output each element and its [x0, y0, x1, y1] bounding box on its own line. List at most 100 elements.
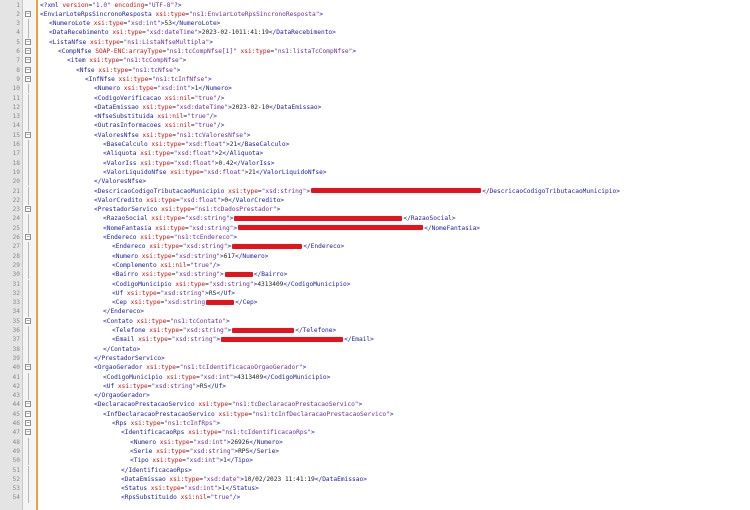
code-line[interactable]: 42 <Uf xsi:type="xsd:string">RS</Uf> [0, 381, 750, 392]
fold-guide [28, 484, 29, 494]
fold-guide [28, 298, 29, 308]
code-line[interactable]: 4 <DataRecebimento xsi:type="xsd:dateTime… [0, 28, 750, 38]
code-line[interactable]: 10 <Numero xsi:type="xsd:int">1</Numero> [0, 84, 750, 94]
code-text: </ValoresNfse> [94, 178, 147, 186]
code-line[interactable]: 54 <RpsSubstituido xsi:nil="true"/> [0, 493, 750, 503]
line-number: 30 [12, 271, 20, 279]
code-line[interactable]: 1 <?xml version="1.0" encoding="UTF-8"?> [0, 1, 750, 10]
code-line[interactable]: 47− <IdentificacaoRps xsi:type="ns1:tcIde… [0, 428, 750, 437]
fold-toggle-icon[interactable]: − [25, 420, 31, 426]
redaction-bar [232, 327, 295, 333]
code-line[interactable]: 9− <InfNfse xsi:type="ns1:tcInfNfse"> [0, 75, 750, 84]
line-number: 47 [12, 429, 20, 437]
code-line[interactable]: 25 <NomeFantasia xsi:type="xsd:string"> </… [0, 223, 750, 233]
fold-toggle-icon[interactable]: − [25, 364, 31, 371]
code-line[interactable]: 49 <Serie xsi:type="xsd:string">RPS</Seri… [0, 446, 750, 457]
code-line[interactable]: 2− <EnviarLoteRpsSincronoResposta xsi:typ… [0, 10, 750, 19]
code-line[interactable]: 35− <Contato xsi:type="ns1:tcContato"> [0, 317, 750, 326]
code-line[interactable]: 43 </OrgaoGerador> [0, 391, 750, 401]
code-text: <OrgaoGerador xsi:type="ns1:tcIdentifica… [94, 364, 307, 372]
code-text: <Serie xsi:type="xsd:string">RPS</Serie> [130, 447, 280, 455]
fold-toggle-icon[interactable]: − [25, 57, 31, 64]
code-line[interactable]: 44− <DeclaracaoPrestacaoServico xsi:type=… [0, 400, 750, 409]
code-line[interactable]: 28 <Numero xsi:type="xsd:string">617</Num… [0, 251, 750, 261]
code-line[interactable]: 32 <Uf xsi:type="xsd:string">RS</Uf> [0, 288, 750, 299]
code-line[interactable]: 3 <NumeroLote xsi:type="xsd:int">53</Nume… [0, 19, 750, 29]
code-text: <Status xsi:type="xsd:int">1</Status> [121, 485, 259, 493]
code-line[interactable]: 50 <Tipo xsi:type="xsd:int">1</Tipo> [0, 456, 750, 466]
line-number: 54 [12, 494, 20, 502]
fold-toggle-icon[interactable]: − [25, 10, 31, 17]
code-line[interactable]: 52 <DataEmissao xsi:type="xsd:date">10/02… [0, 474, 750, 485]
code-line[interactable]: 8− <Nfse xsi:type="ns1:tcNfse"> [0, 66, 750, 75]
code-line[interactable]: 12 <DataEmissao xsi:type="xsd:dateTime">2… [0, 102, 750, 113]
code-text: <ValorIss xsi:type="xsd:float">0.42</Val… [103, 159, 275, 167]
code-line[interactable]: 26− <Endereco xsi:type="ns1:tcEndereco"> [0, 233, 750, 242]
fold-toggle-icon[interactable]: − [25, 48, 31, 54]
redaction-bar [238, 225, 424, 231]
code-text: <Uf xsi:type="xsd:string">RS</Uf> [103, 382, 226, 390]
code-line[interactable]: 23− <PrestadorServico xsi:type="ns1:tcDad… [0, 205, 750, 214]
code-line[interactable]: 16 <BaseCalculo xsi:type="xsd:float">21</… [0, 140, 750, 150]
code-line[interactable]: 7− <item xsi:type="ns1:tcCompNfse"> [0, 56, 750, 65]
code-text: <RazaoSocial xsi:type="xsd:string"> </Raz… [103, 215, 456, 223]
code-line[interactable]: 27 <Endereco xsi:type="xsd:string"> </Ende… [0, 242, 750, 252]
code-line[interactable]: 24 <RazaoSocial xsi:type="xsd:string"> </R… [0, 214, 750, 224]
fold-toggle-icon[interactable]: − [25, 131, 31, 138]
code-text: <BaseCalculo xsi:type="xsd:float">21</Ba… [103, 141, 290, 148]
code-line[interactable]: 18 <ValorIss xsi:type="xsd:float">0.42</V… [0, 158, 750, 168]
code-text: <ValorCredito xsi:type="xsd:float">0</Va… [94, 196, 285, 204]
line-number: 28 [12, 252, 20, 260]
fold-toggle-icon[interactable]: − [25, 38, 31, 45]
code-line[interactable]: 33 <Cep xsi:type="xsd:string </Cep> [0, 298, 750, 308]
code-line[interactable]: 37 <Email xsi:type="xsd:string"> </Email> [0, 335, 750, 345]
fold-toggle-icon[interactable]: − [25, 66, 31, 73]
code-line[interactable]: 21 <DescricaoCodigoTributacaoMunicipio xs… [0, 186, 750, 196]
line-number: 4 [16, 29, 20, 37]
fold-toggle-icon[interactable]: − [25, 429, 31, 436]
code-line[interactable]: 39 </PrestadorServico> [0, 353, 750, 364]
line-number: 6 [16, 48, 20, 55]
line-number: 39 [12, 354, 20, 362]
fold-toggle-icon[interactable]: − [25, 401, 31, 408]
line-number: 8 [16, 66, 20, 74]
line-number: 1 [16, 1, 20, 9]
code-line[interactable]: 30 <Bairro xsi:type="xsd:string"> </Bairro… [0, 270, 750, 280]
fold-toggle-icon[interactable]: − [25, 410, 31, 417]
code-line[interactable]: 46− <Rps xsi:type="ns1:tcInfRps"> [0, 419, 750, 428]
line-number: 27 [12, 243, 20, 251]
code-line[interactable]: 40− <OrgaoGerador xsi:type="ns1:tcIdentif… [0, 363, 750, 372]
code-line[interactable]: 51 </IdentificacaoRps> [0, 465, 750, 475]
code-line[interactable]: 36 <Telefone xsi:type="xsd:string"> </Tele… [0, 326, 750, 336]
code-line[interactable]: 11 <CodigoVerificacao xsi:nil="true"/> [0, 93, 750, 103]
code-line[interactable]: 53 <Status xsi:type="xsd:int">1</Status> [0, 484, 750, 494]
code-line[interactable]: 6− <CompNfse SOAP-ENC:arrayType="ns1:tcCo… [0, 47, 750, 56]
line-number: 9 [16, 75, 20, 83]
code-line[interactable]: 41 <CodigoMunicipio xsi:type="xsd:int">43… [0, 372, 750, 382]
code-line[interactable]: 20 </ValoresNfse> [0, 177, 750, 187]
code-line[interactable]: 5− <ListaNfse xsi:type="ns1:ListaNfseMult… [0, 38, 750, 47]
code-line[interactable]: 19 <ValorLiquidoNfse xsi:type="xsd:float"… [0, 167, 750, 178]
fold-toggle-icon[interactable]: − [25, 75, 31, 82]
fold-guide [28, 437, 29, 447]
line-number: 2 [16, 10, 20, 18]
code-text: <ValoresNfse xsi:type="ns1:tcValoresNfse… [94, 131, 251, 139]
code-line[interactable]: 48 <Numero xsi:type="xsd:int">26926</Nume… [0, 437, 750, 447]
code-line[interactable]: 14 <OutrasInformacoes xsi:nil="true"/> [0, 121, 750, 131]
code-line[interactable]: 29 <Complemento xsi:nil="true"/> [0, 260, 750, 271]
code-line[interactable]: 17 <Aliquota xsi:type="xsd:float">2</Aliq… [0, 149, 750, 159]
fold-toggle-icon[interactable]: − [25, 234, 31, 240]
code-line[interactable]: 13 <NfseSubstituida xsi:nil="true"/> [0, 112, 750, 122]
fold-toggle-icon[interactable]: − [25, 317, 31, 324]
xml-editor[interactable]: 1 <?xml version="1.0" encoding="UTF-8"?> 2… [0, 0, 750, 510]
code-line[interactable]: 15− <ValoresNfse xsi:type="ns1:tcValoresN… [0, 131, 750, 140]
code-line[interactable]: 22 <ValorCredito xsi:type="xsd:float">0</… [0, 195, 750, 206]
fold-guide [28, 186, 29, 196]
fold-guide [28, 102, 29, 113]
code-line[interactable]: 45− <InfDeclaracaoPrestacaoServico xsi:ty… [0, 410, 750, 419]
code-line[interactable]: 38 </Contato> [0, 344, 750, 354]
line-number: 31 [12, 280, 20, 288]
code-line[interactable]: 34 </Endereco> [0, 307, 750, 317]
fold-toggle-icon[interactable]: − [25, 206, 31, 213]
code-line[interactable]: 31 <CodigoMunicipio xsi:type="xsd:string"… [0, 279, 750, 289]
